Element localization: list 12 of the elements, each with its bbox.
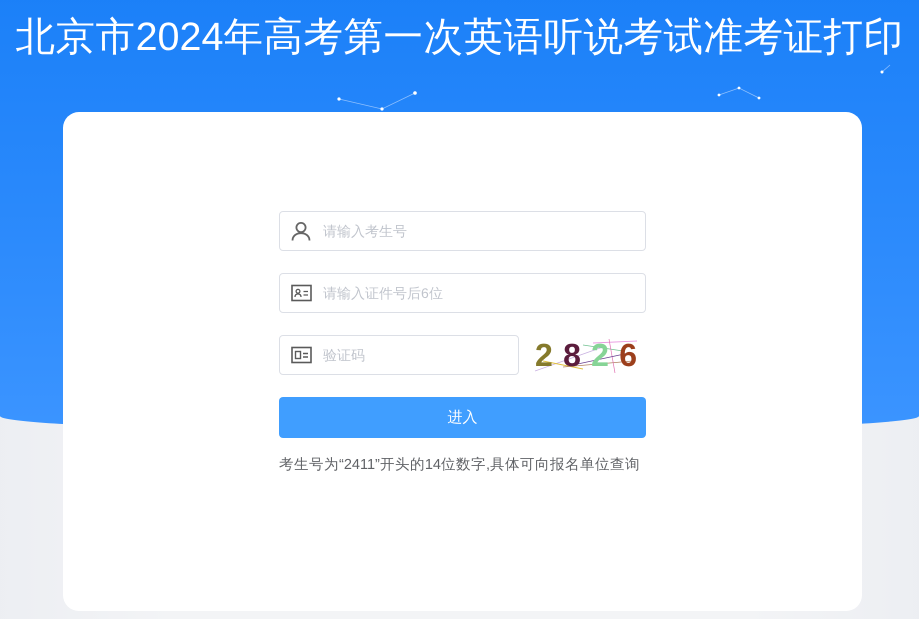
id-number-input-field[interactable]: 请输入证件号后6位 [279,273,646,313]
card-icon [291,346,312,364]
candidate-number-input-field[interactable]: 请输入考生号 [279,211,646,251]
captcha-digit: 8 [563,338,581,372]
id-card-icon [291,284,312,302]
page-title: 北京市2024年高考第一次英语听说考试准考证打印 [16,14,904,61]
user-icon [291,221,311,241]
captcha-input-field[interactable]: 验证码 [279,335,519,375]
network-lines-drawing [717,86,761,100]
candidate-number-hint: 考生号为“2411”开头的14位数字,具体可向报名单位查询 [279,456,641,475]
captcha-digit: 2 [535,338,553,372]
network-lines-drawing [879,63,893,75]
